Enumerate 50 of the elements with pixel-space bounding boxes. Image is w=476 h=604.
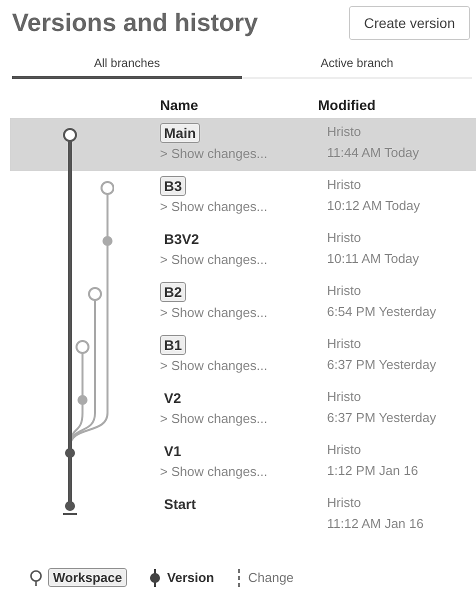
selected-row[interactable]: Main > Show changes... Hristo 11:44 AM Today	[10, 118, 476, 171]
author-name: Hristo	[327, 176, 362, 194]
column-header: Modified	[318, 97, 377, 113]
tab[interactable]: All branches	[12, 50, 242, 79]
author-name: Hristo	[327, 229, 362, 247]
workspace-tag: B2	[160, 282, 186, 302]
author-name: Hristo	[327, 335, 362, 353]
author-name: Hristo	[327, 123, 362, 141]
legend-label: Workspace	[48, 568, 128, 587]
modified-time: 6:37 PM Yesterday	[327, 356, 436, 374]
author-name: Hristo	[327, 388, 362, 406]
column-header: Name	[160, 97, 200, 113]
author-name: Hristo	[327, 282, 362, 300]
workspace-tag: Main	[160, 123, 200, 143]
show-changes-link[interactable]: > Show changes...	[160, 358, 268, 373]
author-name: Hristo	[327, 494, 362, 512]
history-row[interactable]: B3V2 > Show changes... Hristo 10:11 AM Today	[10, 224, 476, 277]
modified-time: 6:54 PM Yesterday	[327, 303, 436, 321]
version-name: V2	[163, 389, 182, 408]
show-changes-link[interactable]: > Show changes...	[160, 252, 268, 267]
hollow-circle-icon	[30, 570, 42, 586]
history-row[interactable]: B1 > Show changes... Hristo 6:37 PM Yesterday	[10, 330, 476, 383]
history-row[interactable]: B3 > Show changes... Hristo 10:12 AM Today	[10, 171, 476, 224]
history-row[interactable]: V2 > Show changes... Hristo 6:37 PM Yesterday	[10, 383, 476, 436]
author-name: Hristo	[327, 441, 362, 459]
show-changes-link[interactable]: > Show changes...	[160, 464, 268, 479]
legend-label: Change	[248, 570, 294, 585]
version-name: V1	[163, 442, 182, 461]
legend-label: Version	[167, 570, 214, 585]
history-row[interactable]: B2 > Show changes... Hristo 6:54 PM Yesterday	[10, 277, 476, 330]
dashed-line-icon	[236, 568, 242, 586]
modified-time: 6:37 PM Yesterday	[327, 409, 436, 427]
show-changes-link[interactable]: > Show changes...	[160, 199, 268, 214]
modified-time: 10:12 AM Today	[327, 197, 420, 215]
panel-title: Versions and history	[12, 8, 258, 38]
modified-time: 11:44 AM Today	[327, 144, 420, 162]
history-row[interactable]: V1 > Show changes... Hristo 1:12 PM Jan 16	[10, 436, 476, 489]
filled-dot-icon	[149, 568, 162, 586]
workspace-tag: B3	[160, 176, 186, 196]
version-name: Start	[163, 495, 197, 514]
modified-time: 1:12 PM Jan 16	[327, 462, 418, 480]
version-name: B3V2	[163, 230, 200, 249]
show-changes-link[interactable]: > Show changes...	[160, 305, 268, 320]
tab[interactable]: Active branch	[242, 50, 472, 79]
show-changes-link[interactable]: > Show changes...	[160, 411, 268, 426]
workspace-tag: B1	[160, 335, 186, 355]
create-version-button[interactable]: Create version	[348, 6, 470, 40]
history-row[interactable]: Start Hristo 11:12 AM Jan 16	[10, 489, 476, 542]
modified-time: 10:11 AM Today	[327, 250, 420, 268]
modified-time: 11:12 AM Jan 16	[327, 515, 424, 533]
